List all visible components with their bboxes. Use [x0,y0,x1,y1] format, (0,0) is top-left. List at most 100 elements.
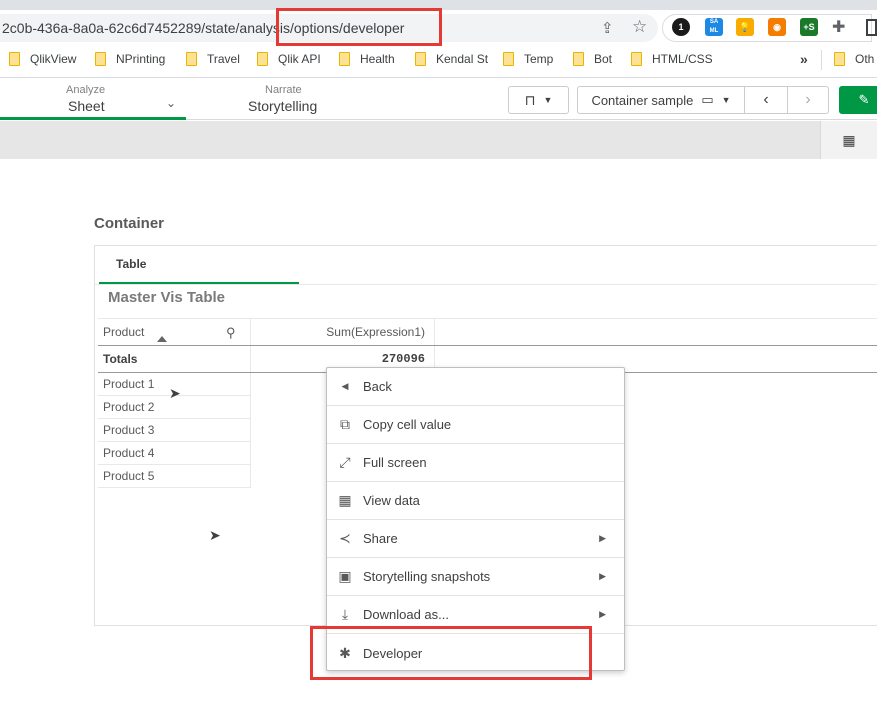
menu-item-label: Download as... [363,607,449,622]
column-header-product[interactable]: Product [103,325,144,339]
copy-icon: ⧉ [340,416,350,432]
folder-icon [415,52,426,66]
folder-icon [95,52,106,66]
bookmark-other[interactable]: Oth [834,52,874,66]
url-highlight-box [276,8,442,46]
search-icon[interactable]: ⚲ [226,325,236,341]
folder-icon [186,52,197,66]
table-row[interactable]: Product 2 [103,400,154,414]
bookmark-html-css[interactable]: HTML/CSS [631,52,713,66]
sort-ascending-icon [157,336,167,342]
chevron-down-icon[interactable]: ⌄ [166,96,176,110]
share-page-icon[interactable]: ⇪ [601,19,614,37]
chevron-left-icon: ‹ [763,91,769,108]
bookmark-qlik-api[interactable]: Qlik API [257,52,321,66]
idea-extension-icon[interactable]: 💡 [736,18,754,36]
table-top-border [98,318,877,319]
column-header-sum-expression1[interactable]: Sum(Expression1) [250,325,425,339]
sheet-selector[interactable]: Container sample ▭ ▼ [577,86,745,114]
table-row[interactable]: Product 5 [103,469,154,483]
bookmark-label: QlikView [30,52,77,66]
row-divider [98,418,250,419]
folder-icon [573,52,584,66]
bookmark-label: Kendal St [436,52,489,66]
next-sheet-button[interactable]: › [787,86,829,114]
caret-down-icon: ▼ [543,95,553,105]
mouse-cursor-icon: ➤ [209,527,221,543]
bookmark-temp[interactable]: Temp [503,52,553,66]
narrate-label: Narrate [265,84,302,96]
bookmark-qlikview[interactable]: QlikView [9,52,76,66]
row-divider [98,464,250,465]
menu-item-share[interactable]: ≺ Share ▶ [327,520,624,558]
bookmarks-overflow-button[interactable]: » [800,51,808,67]
menu-item-label: Storytelling snapshots [363,569,491,584]
bookmark-health[interactable]: Health [339,52,395,66]
folder-icon [631,52,642,66]
menu-item-copy-cell-value[interactable]: ⧉ Copy cell value [327,406,624,444]
storytelling-label: Storytelling [248,98,318,114]
bookmark-bot[interactable]: Bot [573,52,612,66]
column-divider [250,318,251,488]
totals-value: 270096 [381,352,425,366]
sheet-icon: ▭ [701,92,714,107]
totals-label: Totals [103,352,138,366]
header-border [98,345,877,346]
tab-analyze-sheet[interactable]: Analyze Sheet ⌄ [0,80,186,120]
folder-icon [834,52,845,66]
bookmark-label: HTML/CSS [652,52,713,66]
bookmark-label: Bot [594,52,613,66]
bookmark-label: NPrinting [116,52,166,66]
bookmark-divider [821,50,822,70]
mouse-cursor-icon: ➤ [169,385,181,401]
tab-divider [95,284,877,285]
onepassword-extension-icon[interactable]: 1 [672,18,690,36]
menu-item-label: Copy cell value [363,417,452,432]
menu-item-back[interactable]: ◀ Back [327,368,624,406]
menu-item-label: View data [363,493,420,508]
bookmark-label: Health [360,52,395,66]
tab-narrate-storytelling[interactable]: Narrate Storytelling [200,80,368,120]
fullscreen-icon: ⤢ [339,454,351,470]
menu-item-storytelling-snapshots[interactable]: ▣ Storytelling snapshots ▶ [327,558,624,596]
menu-item-label: Back [363,379,392,394]
snapshot-icon: ▣ [338,568,352,584]
grid-view-button[interactable]: ▦ [820,121,877,159]
menu-item-view-data[interactable]: ▦ View data [327,482,624,520]
bookmark-icon: ⊓ [524,91,536,108]
grid-icon: ▦ [842,131,856,148]
bookmarks-button[interactable]: ⊓ ▼ [508,86,569,114]
folder-icon [339,52,350,66]
table-row[interactable]: Product 4 [103,446,154,460]
bookmark-travel[interactable]: Travel [186,52,240,66]
download-icon: ⤓ [341,606,349,622]
bookmark-label: Travel [207,52,240,66]
submenu-arrow-icon: ▶ [599,571,606,581]
tab-table[interactable]: Table [116,257,146,271]
row-divider [98,441,250,442]
bookmark-star-icon[interactable]: ☆ [632,17,647,37]
back-triangle-icon: ◀ [341,381,349,391]
bookmark-label: Temp [524,52,554,66]
table-row[interactable]: Product 1 [103,377,154,391]
share-icon: ≺ [339,530,351,546]
table-row[interactable]: Product 3 [103,423,154,437]
edit-sheet-button[interactable]: ✎ [839,86,877,114]
row-divider [98,487,250,488]
extensions-puzzle-icon[interactable]: ✚ [832,17,845,37]
bookmark-label: Qlik API [278,52,321,66]
saml-extension-icon[interactable]: SA ML [705,18,723,36]
bookmark-label: Oth [855,52,875,66]
rss-extension-icon[interactable]: ◉ [768,18,786,36]
plus-s-extension-icon[interactable]: +S [800,18,818,36]
pencil-icon: ✎ [858,92,870,107]
previous-sheet-button[interactable]: ‹ [744,86,788,114]
folder-icon [257,52,268,66]
menu-item-full-screen[interactable]: ⤢ Full screen [327,444,624,482]
bookmark-kendal-st[interactable]: Kendal St [415,52,488,66]
sidepanel-icon[interactable] [866,19,877,36]
sheet-label: Sheet [68,98,105,114]
vis-title: Master Vis Table [108,289,225,306]
bookmark-nprinting[interactable]: NPrinting [95,52,165,66]
submenu-arrow-icon: ▶ [599,533,606,543]
